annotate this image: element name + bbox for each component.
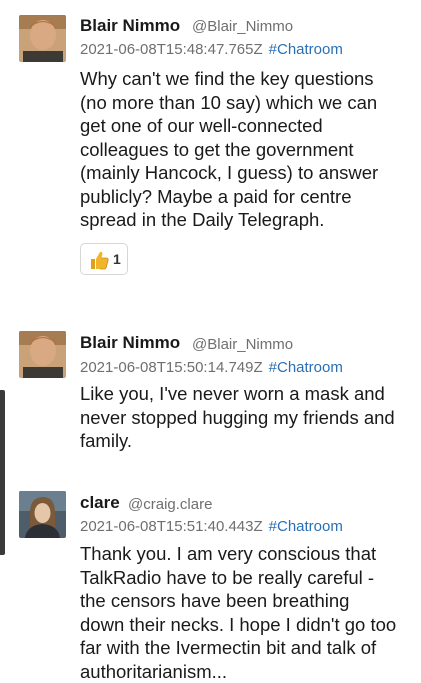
scrollbar[interactable] [0, 390, 5, 555]
reaction-count: 1 [113, 251, 121, 267]
message-meta: 2021-06-08T15:51:40.443Z #Chatroom [80, 518, 343, 535]
timestamp[interactable]: 2021-06-08T15:50:14.749Z [80, 359, 263, 376]
author-handle[interactable]: @craig.clare [128, 496, 212, 513]
message-body: Thank you. I am very conscious that Talk… [80, 542, 410, 683]
timestamp[interactable]: 2021-06-08T15:48:47.765Z [80, 41, 263, 58]
channel-link[interactable]: #Chatroom [269, 41, 343, 58]
author-handle[interactable]: @Blair_Nimmo [192, 336, 293, 353]
reaction-button[interactable]: 1 [80, 243, 128, 275]
message-line: spread in the Daily Telegraph. [80, 208, 410, 232]
author-name[interactable]: clare [80, 493, 120, 513]
channel-link[interactable]: #Chatroom [269, 518, 343, 535]
avatar[interactable] [19, 491, 66, 538]
message-line: publicly? Maybe a paid for centre [80, 185, 410, 209]
avatar[interactable] [19, 331, 66, 378]
avatar[interactable] [19, 15, 66, 62]
user-photo-avatar [19, 331, 66, 378]
message-line: (no more than 10 say) which we can [80, 91, 410, 115]
message-line: get one of our well-connected [80, 114, 410, 138]
message-line: colleagues to get the government [80, 138, 410, 162]
message-line: (mainly Hancock, I guess) to answer [80, 161, 410, 185]
timestamp[interactable]: 2021-06-08T15:51:40.443Z [80, 518, 263, 535]
message-line: Why can't we find the key questions [80, 67, 410, 91]
message-line: TalkRadio have to be really careful - [80, 566, 410, 590]
message-line: the censors have been breathing [80, 589, 410, 613]
author-name[interactable]: Blair Nimmo [80, 333, 180, 353]
author-name[interactable]: Blair Nimmo [80, 16, 180, 36]
message-line: down their necks. I hope I didn't go too [80, 613, 410, 637]
message-line: authoritarianism... [80, 660, 410, 683]
thumbs-up-icon [89, 250, 109, 270]
channel-link[interactable]: #Chatroom [269, 359, 343, 376]
author-handle[interactable]: @Blair_Nimmo [192, 18, 293, 35]
message-line: Thank you. I am very conscious that [80, 542, 410, 566]
user-photo-avatar [19, 491, 66, 538]
message-body: Why can't we find the key questions (no … [80, 67, 410, 232]
message-line: never stopped hugging my friends and [80, 406, 410, 430]
message-line: far with the Ivermectin bit and talk of [80, 636, 410, 660]
user-photo-avatar [19, 15, 66, 62]
message-meta: 2021-06-08T15:48:47.765Z #Chatroom [80, 41, 343, 58]
message-body: Like you, I've never worn a mask and nev… [80, 382, 410, 453]
message-line: family. [80, 429, 410, 453]
message-line: Like you, I've never worn a mask and [80, 382, 410, 406]
message-meta: 2021-06-08T15:50:14.749Z #Chatroom [80, 359, 343, 376]
